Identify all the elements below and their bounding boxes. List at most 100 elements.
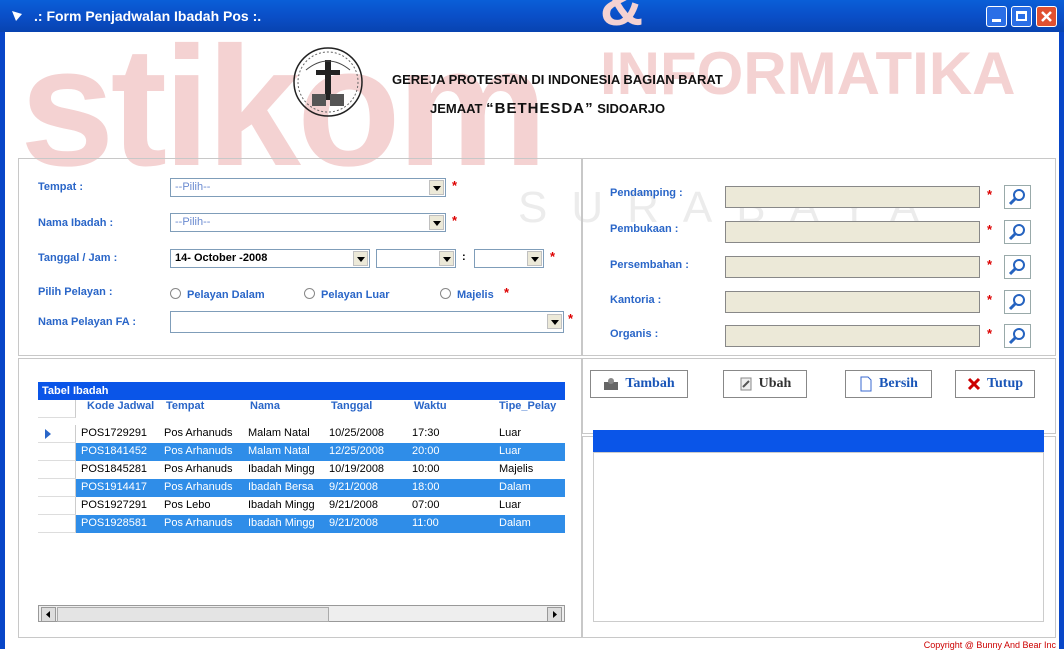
- chevron-down-icon[interactable]: [527, 251, 542, 266]
- chevron-down-icon[interactable]: [439, 251, 454, 266]
- table-caption: Tabel Ibadah: [38, 382, 565, 400]
- table-row[interactable]: POS1914417 Pos Arhanuds Ibadah Bersa 9/2…: [38, 479, 565, 497]
- line2-prefix: JEMAAT: [430, 101, 483, 116]
- cell: POS1928581: [81, 517, 148, 529]
- cell: 12/25/2008: [329, 445, 385, 457]
- row-header[interactable]: [38, 425, 76, 443]
- radio-majelis[interactable]: Majelis: [440, 288, 494, 301]
- edit-icon: [740, 377, 752, 391]
- bersih-button[interactable]: Bersih: [845, 370, 932, 398]
- window-frame-right: [1059, 32, 1064, 649]
- kantoria-field[interactable]: [725, 291, 980, 313]
- tempat-value: --Pilih--: [175, 181, 211, 193]
- search-button[interactable]: [1004, 290, 1031, 314]
- cell: 07:00: [412, 499, 440, 511]
- congregation-name: JEMAAT “BETHESDA” SIDOARJO: [430, 100, 665, 117]
- tambah-button[interactable]: Tambah: [590, 370, 688, 398]
- nama-ibadah-select[interactable]: --Pilih--: [170, 213, 446, 232]
- col-header[interactable]: Nama: [250, 400, 280, 418]
- table-row[interactable]: POS1927291 Pos Lebo Ibadah Mingg 9/21/20…: [38, 497, 565, 515]
- chevron-down-icon[interactable]: [547, 314, 562, 329]
- pembukaan-field[interactable]: [725, 221, 980, 243]
- row-header[interactable]: [38, 479, 76, 497]
- chevron-down-icon[interactable]: [353, 251, 368, 266]
- chevron-down-icon[interactable]: [429, 215, 444, 230]
- radio-pelayan-dalam[interactable]: Pelayan Dalam: [170, 288, 265, 301]
- cell: 9/21/2008: [329, 481, 378, 493]
- menit-select[interactable]: [474, 249, 544, 268]
- maximize-button[interactable]: [1011, 6, 1032, 27]
- church-name: GEREJA PROTESTAN DI INDONESIA BAGIAN BAR…: [392, 72, 723, 87]
- cell: Ibadah Mingg: [248, 517, 315, 529]
- line2-suffix: SIDOARJO: [597, 101, 666, 116]
- cell: Pos Arhanuds: [164, 463, 233, 475]
- organis-label: Organis :: [610, 328, 659, 340]
- scroll-thumb[interactable]: [57, 607, 329, 622]
- col-header[interactable]: Tempat: [166, 400, 204, 418]
- cell: 10/25/2008: [329, 427, 385, 439]
- tutup-label: Tutup: [986, 376, 1024, 391]
- search-icon: [1008, 224, 1025, 241]
- col-header[interactable]: Kode Jadwal: [87, 400, 154, 418]
- tutup-button[interactable]: Tutup: [955, 370, 1035, 398]
- table-row[interactable]: POS1841452 Pos Arhanuds Malam Natal 12/2…: [38, 443, 565, 461]
- search-icon: [1008, 328, 1025, 345]
- nama-pelayan-select[interactable]: [170, 311, 564, 333]
- scroll-left-button[interactable]: [41, 607, 56, 622]
- row-header-corner: [38, 400, 76, 418]
- search-button[interactable]: [1004, 324, 1031, 348]
- nama-ibadah-value: --Pilih--: [175, 216, 211, 228]
- cell: Majelis: [499, 463, 534, 475]
- tempat-select[interactable]: --Pilih--: [170, 178, 446, 197]
- col-header[interactable]: Waktu: [414, 400, 447, 418]
- search-button[interactable]: [1004, 220, 1031, 244]
- organis-field[interactable]: [725, 325, 980, 347]
- col-header[interactable]: Tanggal: [331, 400, 372, 418]
- nama-ibadah-label: Nama Ibadah :: [38, 217, 114, 229]
- close-button[interactable]: [1036, 6, 1057, 27]
- table-row[interactable]: POS1729291 Pos Arhanuds Malam Natal 10/2…: [38, 425, 565, 443]
- required-star: *: [987, 292, 993, 307]
- app-icon: [12, 11, 22, 21]
- row-header[interactable]: [38, 497, 76, 515]
- search-button[interactable]: [1004, 255, 1031, 279]
- search-icon: [1008, 294, 1025, 311]
- cell: POS1841452: [81, 445, 148, 457]
- cell: 17:30: [412, 427, 440, 439]
- search-button[interactable]: [1004, 185, 1031, 209]
- row-header[interactable]: [38, 443, 76, 461]
- pendamping-field[interactable]: [725, 186, 980, 208]
- chevron-down-icon[interactable]: [429, 180, 444, 195]
- required-star: *: [987, 326, 993, 341]
- cell: Pos Arhanuds: [164, 481, 233, 493]
- cell: 9/21/2008: [329, 517, 378, 529]
- pendamping-label: Pendamping :: [610, 187, 683, 199]
- col-header[interactable]: Tipe_Pelay: [499, 400, 556, 418]
- cell: 20:00: [412, 445, 440, 457]
- horizontal-scrollbar[interactable]: [38, 605, 565, 622]
- radio-pelayan-luar[interactable]: Pelayan Luar: [304, 288, 389, 301]
- scroll-right-button[interactable]: [547, 607, 562, 622]
- radio-label: Majelis: [457, 289, 494, 301]
- document-icon: [860, 376, 872, 392]
- minimize-button[interactable]: [986, 6, 1007, 27]
- ubah-label: Ubah: [758, 376, 792, 391]
- tanggal-picker[interactable]: 14- October -2008: [170, 249, 370, 268]
- table-row[interactable]: POS1928581 Pos Arhanuds Ibadah Mingg 9/2…: [38, 515, 565, 533]
- jam-select[interactable]: [376, 249, 456, 268]
- bersih-label: Bersih: [879, 376, 918, 391]
- row-header[interactable]: [38, 461, 76, 479]
- radio-icon: [170, 288, 181, 299]
- ubah-button[interactable]: Ubah: [723, 370, 807, 398]
- table-row[interactable]: POS1845281 Pos Arhanuds Ibadah Mingg 10/…: [38, 461, 565, 479]
- window-title: .: Form Penjadwalan Ibadah Pos :.: [34, 8, 262, 24]
- radio-icon: [440, 288, 451, 299]
- cell: Ibadah Mingg: [248, 463, 315, 475]
- nama-pelayan-label: Nama Pelayan FA :: [38, 316, 137, 328]
- persembahan-field[interactable]: [725, 256, 980, 278]
- detail-grid[interactable]: [593, 452, 1044, 622]
- row-header[interactable]: [38, 515, 76, 533]
- required-star: *: [504, 285, 510, 300]
- close-icon: [967, 377, 981, 391]
- cell: Pos Arhanuds: [164, 445, 233, 457]
